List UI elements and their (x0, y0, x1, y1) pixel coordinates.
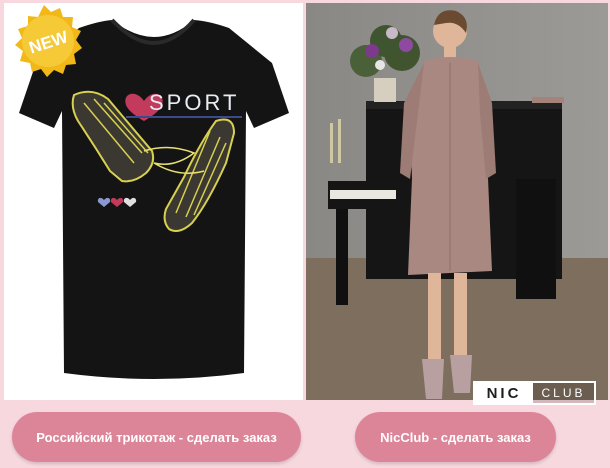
brand-logo: NIC CLUB (473, 381, 596, 405)
brand-logo-part1: NIC (475, 383, 533, 403)
brand-logo-part2: CLUB (541, 386, 586, 400)
dress-photo (306, 3, 608, 400)
product-card-dress[interactable] (306, 3, 608, 400)
tshirt-image: SPORT NEW (4, 3, 303, 400)
order-russian-knitwear-button[interactable]: Российский трикотаж - сделать заказ (12, 412, 301, 462)
order-nicclub-button[interactable]: NicClub - сделать заказ (355, 412, 556, 462)
print-text: SPORT (149, 90, 239, 115)
product-card-tshirt[interactable]: SPORT NEW (4, 3, 303, 400)
